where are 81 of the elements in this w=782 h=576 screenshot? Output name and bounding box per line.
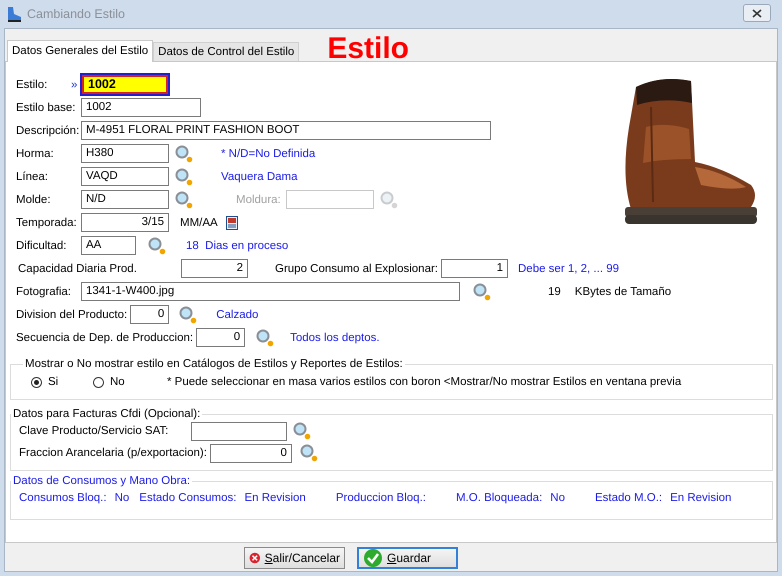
text-input[interactable]: 1341-1-W400.jpg — [81, 282, 460, 301]
status-value: No — [114, 492, 130, 504]
search-icon[interactable] — [256, 328, 274, 346]
field-label: Clave Producto/Servicio SAT: — [19, 425, 170, 437]
radio-circle[interactable] — [31, 376, 42, 388]
close-button[interactable] — [743, 4, 771, 22]
info-text: Debe ser 1, 2, ... 99 — [518, 262, 620, 274]
search-icon[interactable] — [175, 190, 193, 208]
field-label: Descripción: — [16, 124, 80, 136]
number-input[interactable]: 0 — [130, 305, 170, 324]
size-label: KBytes de Tamaño — [574, 286, 672, 298]
field-label: Línea: — [16, 170, 49, 182]
info-text: * N/D=No Definida — [221, 148, 316, 160]
file-size: 19 — [548, 286, 561, 298]
text-input[interactable] — [191, 422, 287, 440]
save-button[interactable]: Guardar — [357, 547, 458, 569]
number-input[interactable]: 0 — [196, 328, 246, 347]
search-icon[interactable] — [148, 236, 166, 254]
field-label: Estilo: — [16, 78, 48, 90]
status-label: Estado Consumos: — [139, 492, 236, 504]
field-label: Molde: — [16, 194, 52, 206]
field-label: Estilo base: — [16, 102, 76, 114]
status-label: Consumos Bloq.: — [19, 492, 107, 504]
style-input[interactable]: 1002 — [82, 75, 168, 94]
calendar-icon[interactable] — [226, 216, 238, 230]
info-text: 18 Dias en proceso — [186, 240, 288, 252]
info-text: Calzado — [216, 308, 258, 320]
cancel-button[interactable]: Salir/Cancelar — [244, 547, 345, 569]
close-icon — [752, 8, 762, 18]
search-icon[interactable] — [175, 168, 193, 186]
field-label: Grupo Consumo al Explosionar: — [275, 262, 439, 274]
format-hint: MM/AA — [180, 216, 218, 228]
field-label: Temporada: — [16, 216, 78, 228]
marker-text: » — [71, 78, 78, 90]
option-label: No — [110, 376, 125, 388]
form-heading: Estilo — [327, 34, 409, 64]
field-label: Capacidad Diaria Prod. — [17, 262, 138, 274]
field-label: Dificultad: — [16, 240, 68, 252]
text-input[interactable]: H380 — [81, 144, 169, 163]
search-icon[interactable] — [179, 306, 198, 324]
search-icon[interactable] — [473, 282, 491, 300]
info-text: Vaquera Dama — [221, 170, 298, 182]
tab[interactable]: Datos de Control del Estilo — [153, 42, 300, 61]
status-value: En Revision — [244, 492, 306, 504]
field-label: Moldura: — [236, 194, 282, 206]
field-label: Division del Producto: — [16, 308, 128, 320]
group-title: Mostrar o No mostrar estilo en Catálogos de Estilos y Reportes de Estilos: — [24, 358, 404, 370]
text-input[interactable]: M-4951 FLORAL PRINT FASHION BOOT — [81, 121, 491, 140]
radio-circle[interactable] — [93, 376, 104, 388]
field-label: Fraccion Arancelaria (p/exportacion): — [19, 447, 208, 459]
group-title: Datos para Facturas Cfdi (Opcional): — [12, 408, 202, 420]
boot-icon — [5, 5, 23, 23]
field-label: Horma: — [16, 148, 55, 160]
number-input[interactable]: 0 — [210, 444, 292, 462]
radio-option[interactable]: No — [93, 376, 155, 388]
group-title: Datos de Consumos y Mano Obra: — [12, 475, 192, 487]
text-input[interactable]: AA — [81, 236, 136, 255]
search-icon[interactable] — [300, 444, 318, 462]
window-title: Cambiando Estilo — [27, 7, 125, 21]
field-label: Fotografia: — [16, 286, 72, 298]
number-input[interactable]: 1 — [441, 259, 508, 278]
text-input[interactable]: 3/15 — [81, 213, 169, 232]
radio-option[interactable]: Si — [31, 376, 93, 388]
number-input[interactable]: 2 — [181, 259, 248, 278]
text-input[interactable]: N/D — [81, 190, 169, 209]
search-icon[interactable] — [175, 144, 193, 162]
status-value: En Revision — [670, 492, 732, 504]
status-label: Produccion Bloq.: — [336, 492, 426, 504]
search-icon[interactable] — [293, 422, 311, 440]
text-input[interactable] — [286, 190, 374, 209]
option-label: Si — [48, 376, 58, 388]
info-text: Todos los deptos. — [290, 332, 380, 344]
text-input[interactable]: VAQD — [81, 167, 169, 186]
status-label: Estado M.O.: — [594, 492, 662, 504]
check-icon — [363, 548, 383, 568]
tab[interactable]: Datos Generales del Estilo — [7, 40, 154, 62]
status-label: M.O. Bloqueada: — [456, 492, 542, 504]
text-input[interactable]: 1002 — [81, 98, 201, 117]
status-value: No — [550, 492, 565, 504]
field-label: Secuencia de Dep. de Produccion: — [16, 332, 194, 344]
hint-text: * Puede seleccionar en masa varios estilos con boron <Mostrar/No mostrar Estilos en ventana previa — [167, 376, 682, 388]
